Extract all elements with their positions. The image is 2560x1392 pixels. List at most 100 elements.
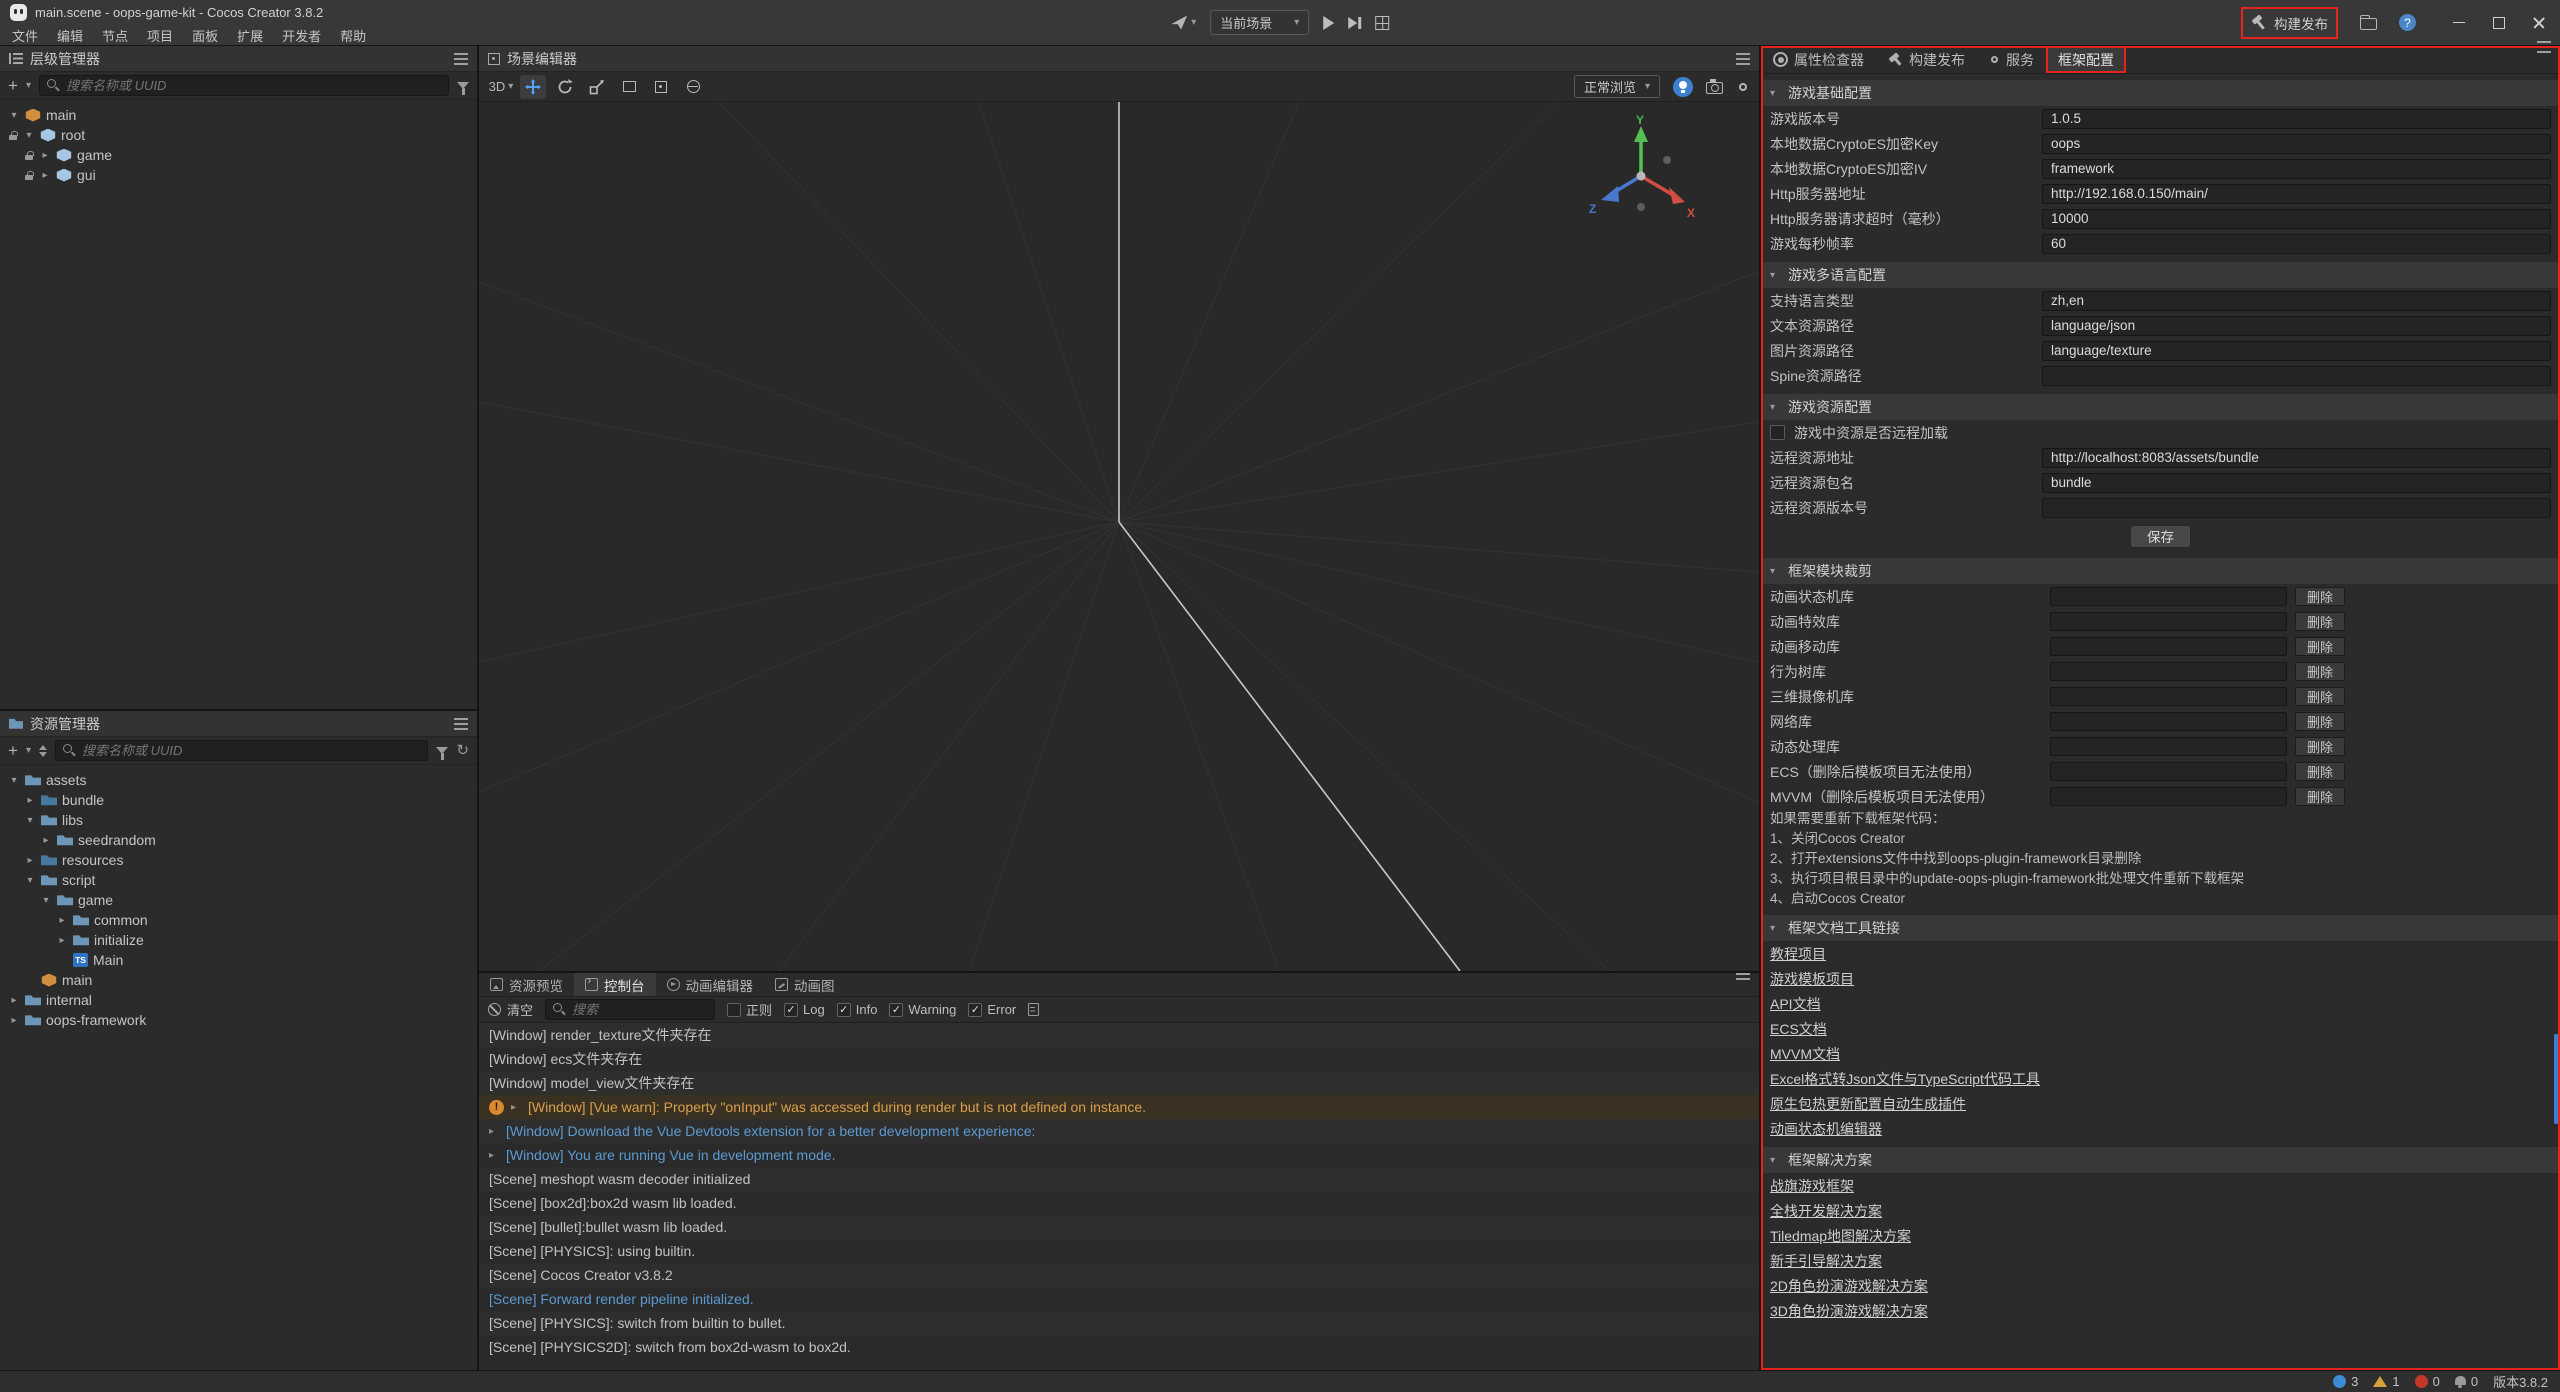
log-row[interactable]: [Window] model_view文件夹存在: [479, 1071, 1759, 1095]
assets-search-input[interactable]: [55, 740, 428, 761]
menu-item[interactable]: 面板: [190, 24, 220, 47]
log-row[interactable]: [Window] ecs文件夹存在: [479, 1047, 1759, 1071]
field-input[interactable]: 60: [2042, 234, 2551, 254]
solution-link[interactable]: 战旗游戏框架: [1770, 1176, 1854, 1196]
panel-menu-icon[interactable]: [454, 58, 468, 60]
delete-button[interactable]: 删除: [2295, 637, 2345, 656]
menu-item[interactable]: 扩展: [235, 24, 265, 47]
field-input[interactable]: language/json: [2042, 316, 2551, 336]
tree-arrow-icon[interactable]: [8, 110, 20, 121]
delete-button[interactable]: 删除: [2295, 612, 2345, 631]
tree-node[interactable]: assets: [0, 770, 477, 790]
doc-link[interactable]: ECS文档: [1770, 1019, 1827, 1039]
log-file-icon[interactable]: [1028, 1003, 1039, 1016]
filter-icon[interactable]: [436, 747, 448, 754]
inspector-tab[interactable]: 服务: [1977, 46, 2046, 73]
notification-counter[interactable]: 0: [2455, 1374, 2478, 1389]
tree-node[interactable]: bundle: [0, 790, 477, 810]
minimize-button[interactable]: [2452, 16, 2466, 30]
section-docs-header[interactable]: 框架文档工具链接: [1761, 915, 2560, 941]
log-row[interactable]: [Scene] [box2d]:box2d wasm lib loaded.: [479, 1191, 1759, 1215]
console-tab[interactable]: 动画编辑器: [656, 973, 765, 996]
tree-arrow-icon[interactable]: [8, 1015, 20, 1026]
step-button[interactable]: [1348, 17, 1361, 29]
refresh-icon[interactable]: ↻: [456, 743, 469, 758]
rect-tool-button[interactable]: [616, 75, 642, 99]
tree-arrow-icon[interactable]: [24, 815, 36, 826]
tree-arrow-icon[interactable]: [40, 835, 52, 846]
delete-button[interactable]: 删除: [2295, 712, 2345, 731]
solution-link[interactable]: 全栈开发解决方案: [1770, 1201, 1882, 1221]
save-button[interactable]: 保存: [2130, 525, 2191, 548]
gear-icon[interactable]: [1739, 83, 1747, 91]
field-input[interactable]: framework: [2042, 159, 2551, 179]
log-row[interactable]: [Scene] meshopt wasm decoder initialized: [479, 1167, 1759, 1191]
field-input[interactable]: bundle: [2042, 473, 2551, 493]
console-tab[interactable]: 动画图: [764, 973, 846, 996]
maximize-button[interactable]: [2492, 16, 2506, 30]
scale-tool-button[interactable]: [584, 75, 610, 99]
doc-link[interactable]: 游戏模板项目: [1770, 969, 1854, 989]
console-tab[interactable]: 资源预览: [479, 973, 574, 996]
tree-arrow-icon[interactable]: [24, 795, 36, 806]
field-input[interactable]: language/texture: [2042, 341, 2551, 361]
view-mode-dropdown[interactable]: 正常浏览 ▾: [1574, 75, 1660, 98]
layout-grid-icon[interactable]: [1375, 16, 1389, 30]
solution-link[interactable]: 新手引导解决方案: [1770, 1251, 1882, 1271]
tree-node[interactable]: oops-framework: [0, 1010, 477, 1030]
panel-menu-icon[interactable]: [1736, 973, 1750, 975]
solution-link[interactable]: Tiledmap地图解决方案: [1770, 1226, 1911, 1246]
console-search-input[interactable]: [545, 999, 715, 1020]
doc-link[interactable]: Excel格式转Json文件与TypeScript代码工具: [1770, 1069, 2040, 1089]
expand-arrow-icon[interactable]: [511, 1102, 521, 1113]
field-input[interactable]: 10000: [2042, 209, 2551, 229]
camera-settings-icon[interactable]: [1706, 82, 1723, 94]
help-icon[interactable]: [2399, 14, 2416, 31]
solution-link[interactable]: 2D角色扮演游戏解决方案: [1770, 1276, 1928, 1296]
log-row[interactable]: [Window] You are running Vue in developm…: [479, 1143, 1759, 1167]
close-button[interactable]: [2532, 16, 2546, 30]
menu-item[interactable]: 帮助: [338, 24, 368, 47]
field-input[interactable]: zh,en: [2042, 291, 2551, 311]
tree-node[interactable]: resources: [0, 850, 477, 870]
checkbox-icon[interactable]: [1770, 425, 1785, 440]
section-solutions-header[interactable]: 框架解决方案: [1761, 1147, 2560, 1173]
console-log-list[interactable]: [Window] render_texture文件夹存在 [Window] ec…: [479, 1023, 1759, 1370]
orientation-gizmo[interactable]: Y X Z: [1581, 114, 1701, 234]
open-project-folder-icon[interactable]: [2360, 18, 2377, 30]
tree-node[interactable]: gui: [0, 165, 477, 185]
error-message-counter[interactable]: 0: [2415, 1374, 2440, 1389]
create-node-button[interactable]: +: [8, 77, 18, 94]
tree-node[interactable]: game: [0, 890, 477, 910]
move-tool-button[interactable]: [520, 75, 546, 99]
scrollbar-thumb[interactable]: [2554, 1034, 2559, 1124]
scene-select-dropdown[interactable]: 当前场景 ▾: [1210, 10, 1309, 35]
tree-arrow-icon[interactable]: [24, 875, 36, 886]
field-input[interactable]: http://192.168.0.150/main/: [2042, 184, 2551, 204]
tree-arrow-icon[interactable]: [56, 935, 68, 946]
preview-target-button[interactable]: ▾: [1171, 16, 1196, 30]
log-row[interactable]: [Scene] [bullet]:bullet wasm lib loaded.: [479, 1215, 1759, 1239]
scene-viewport[interactable]: Y X Z: [479, 102, 1759, 971]
regex-checkbox[interactable]: 正则: [727, 1000, 772, 1019]
expand-arrow-icon[interactable]: [489, 1150, 499, 1161]
tree-node[interactable]: common: [0, 910, 477, 930]
play-button[interactable]: [1323, 16, 1334, 30]
menu-item[interactable]: 文件: [10, 24, 40, 47]
world-local-toggle-button[interactable]: [680, 75, 706, 99]
log-row[interactable]: [Scene] Cocos Creator v3.8.2: [479, 1263, 1759, 1287]
panel-menu-icon[interactable]: [2537, 46, 2551, 48]
doc-link[interactable]: 原生包热更新配置自动生成插件: [1770, 1094, 1966, 1114]
tree-arrow-icon[interactable]: [23, 130, 35, 141]
panel-menu-icon[interactable]: [454, 723, 468, 725]
menu-item[interactable]: 开发者: [280, 24, 323, 47]
rotate-tool-button[interactable]: [552, 75, 578, 99]
lighting-toggle-icon[interactable]: [1673, 77, 1693, 97]
solution-link[interactable]: 3D角色扮演游戏解决方案: [1770, 1301, 1928, 1321]
field-input[interactable]: oops: [2042, 134, 2551, 154]
mode-3d-toggle[interactable]: 3D▾: [488, 75, 514, 99]
tree-arrow-icon[interactable]: [40, 895, 52, 906]
console-tab[interactable]: 控制台: [574, 973, 656, 996]
log-filter-checkbox[interactable]: Log: [784, 1002, 825, 1017]
section-resources-header[interactable]: 游戏资源配置: [1761, 394, 2560, 420]
